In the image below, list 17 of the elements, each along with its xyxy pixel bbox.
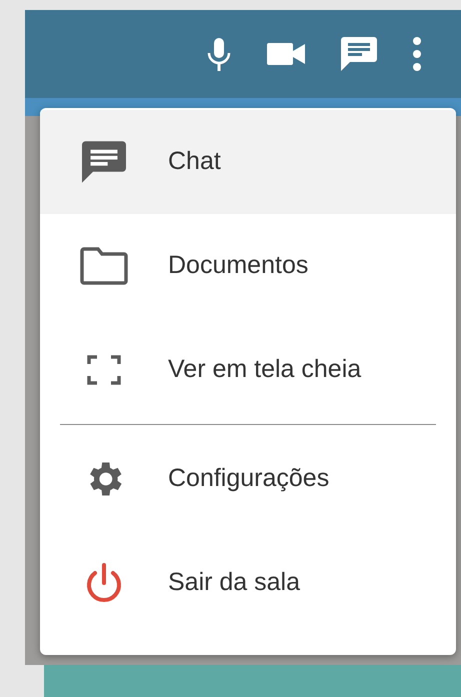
folder-icon [80, 246, 128, 286]
menu-item[interactable]: Chat [40, 110, 456, 214]
menu-item-label: Chat [168, 146, 221, 178]
menu-item-label: Sair da sala [168, 567, 300, 598]
more-options-icon[interactable] [413, 37, 421, 71]
menu-item-label: Configurações [168, 463, 330, 494]
menu-item[interactable]: Documentos [40, 214, 456, 318]
video-camera-icon[interactable] [267, 43, 305, 65]
microphone-icon[interactable] [207, 36, 231, 72]
fullscreen-icon [87, 355, 121, 385]
menu-item[interactable]: Sair da sala [40, 531, 456, 635]
chat-icon[interactable] [341, 37, 377, 71]
menu-item-label: Documentos [168, 250, 308, 282]
menu-item[interactable]: Configurações [40, 427, 456, 531]
chat-icon [82, 140, 126, 184]
menu-item[interactable]: Ver em tela cheia [40, 318, 456, 422]
menu-item-label: Ver em tela cheia [168, 354, 362, 386]
